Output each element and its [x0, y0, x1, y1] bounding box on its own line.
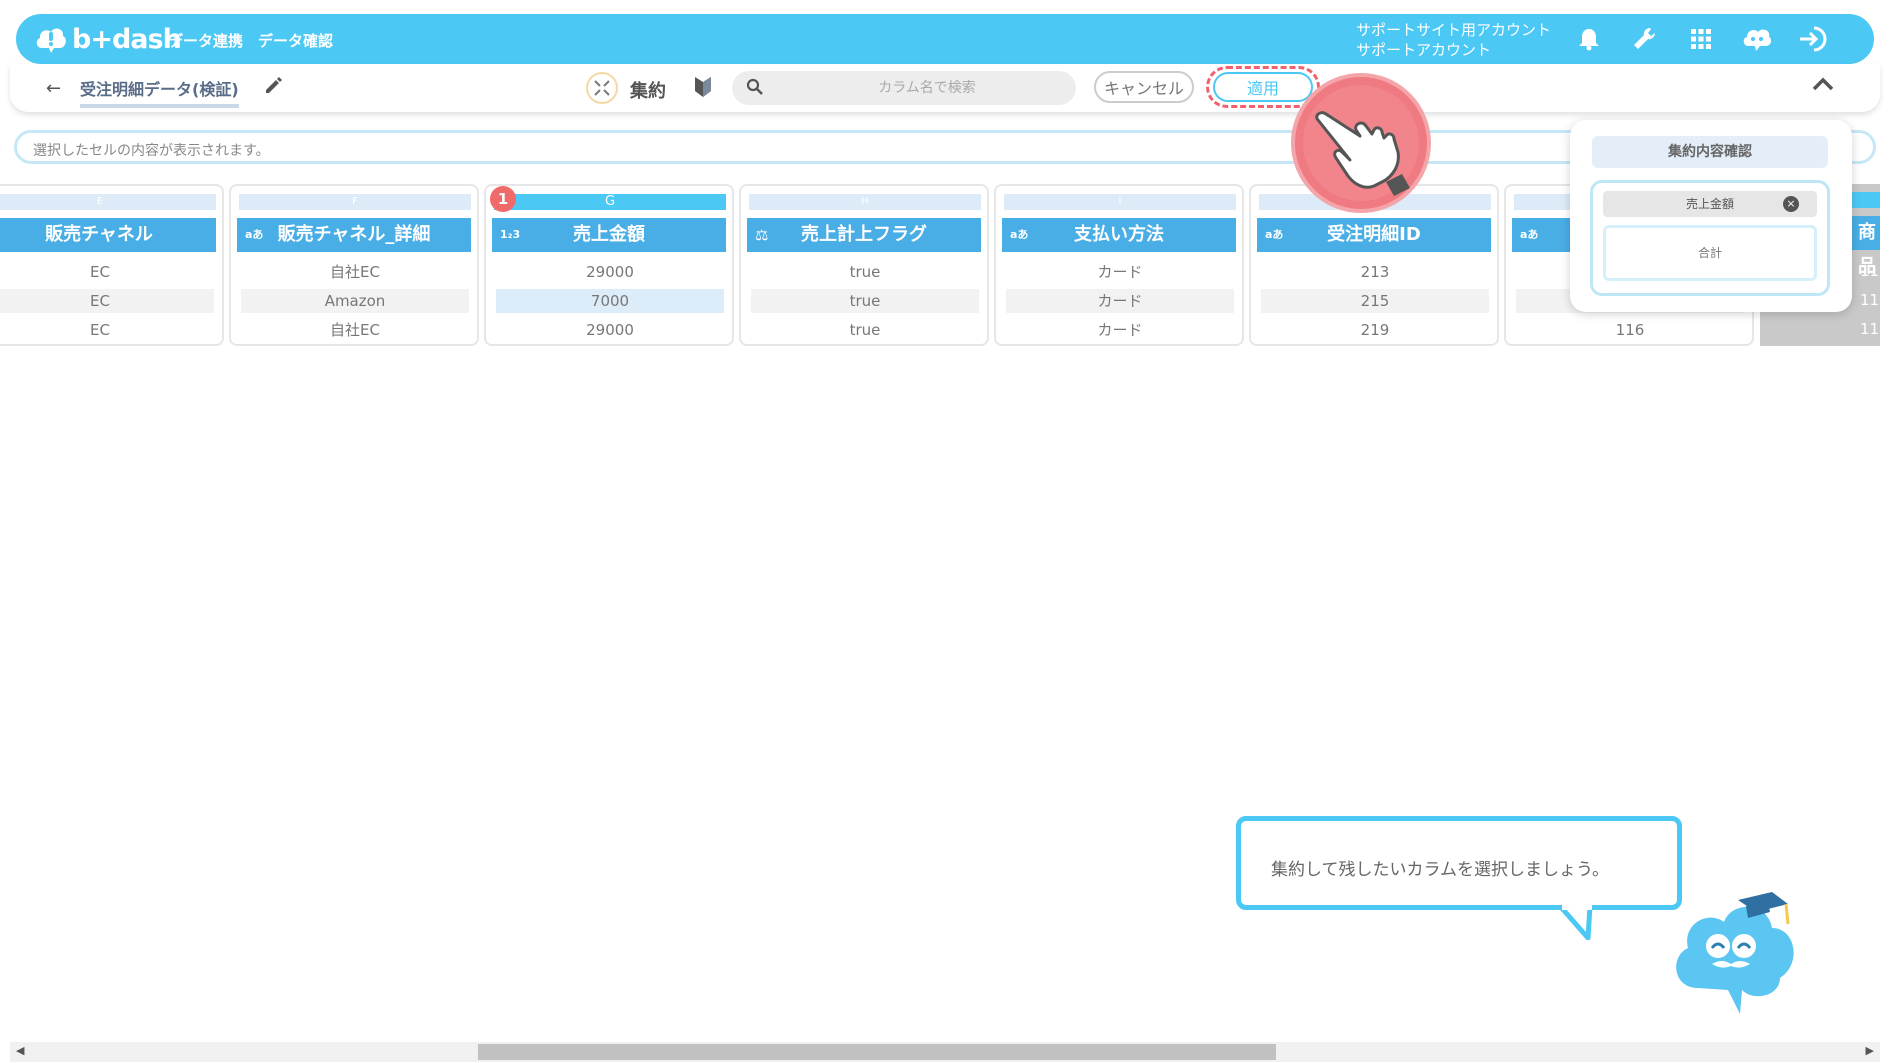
top-header: b+dash データ連携 データ確認 サポートサイト用アカウント サポートアカウ…: [16, 14, 1874, 64]
column-letter: F: [239, 194, 471, 210]
sub-toolbar: ← 受注明細データ(検証) 集約 キャンセル 適用: [10, 64, 1880, 112]
table-cell[interactable]: 111: [1860, 262, 1880, 280]
search-input[interactable]: [792, 71, 1062, 105]
table-cell[interactable]: カード: [1006, 318, 1234, 342]
column-card[interactable]: F aあ 販売チャネル_詳細 自社EC Amazon 自社EC: [229, 184, 479, 346]
column-header[interactable]: aあ 販売チャネル_詳細: [237, 218, 471, 252]
boolean-type-icon: ⚖: [755, 226, 769, 244]
step-badge: 1: [490, 186, 516, 212]
table-cell[interactable]: 116: [1516, 318, 1744, 342]
text-type-icon: aあ: [1520, 228, 1539, 241]
cancel-button[interactable]: キャンセル: [1094, 71, 1194, 103]
aggregate-icon: [586, 72, 618, 104]
text-type-icon: aあ: [1010, 228, 1029, 241]
account-user-name: サポートアカウント: [1356, 41, 1492, 59]
table-cell[interactable]: 29000: [496, 318, 724, 342]
table-cell[interactable]: 7000: [496, 289, 724, 313]
account-info[interactable]: サポートサイト用アカウント サポートアカウント: [1356, 20, 1551, 60]
column-name: 販売チャネル: [45, 224, 153, 245]
close-icon[interactable]: ×: [1783, 196, 1799, 212]
column-header[interactable]: aあ 受注明細ID: [1257, 218, 1491, 252]
column-letter: H: [749, 194, 981, 210]
logout-icon[interactable]: [1798, 25, 1828, 53]
column-name: 売上金額: [573, 224, 645, 245]
chat-bot-icon[interactable]: [1742, 25, 1772, 53]
table-cell[interactable]: true: [751, 318, 979, 342]
table-cell[interactable]: 219: [1261, 318, 1489, 342]
table-cell[interactable]: 111: [1860, 291, 1880, 309]
logo[interactable]: b+dash: [34, 22, 182, 56]
table-cell[interactable]: EC: [0, 318, 214, 342]
table-cell[interactable]: カード: [1006, 289, 1234, 313]
account-site-name: サポートサイト用アカウント: [1356, 21, 1552, 39]
table-cell[interactable]: 29000: [496, 260, 724, 284]
column-card[interactable]: I aあ 支払い方法 カード カード カード: [994, 184, 1244, 346]
table-cell[interactable]: EC: [0, 260, 214, 284]
bubble-tail-icon: [1560, 904, 1593, 940]
bell-icon[interactable]: [1574, 25, 1604, 53]
column-name: 支払い方法: [1074, 224, 1164, 245]
nav-data-integration[interactable]: データ連携: [168, 30, 243, 51]
scroll-left-icon[interactable]: ◀: [16, 1044, 24, 1057]
column-card[interactable]: H ⚖ 売上計上フラグ true true true: [739, 184, 989, 346]
beginner-mark-icon[interactable]: [694, 76, 712, 102]
page: b+dash データ連携 データ確認 サポートサイト用アカウント サポートアカウ…: [0, 0, 1890, 1063]
table-cell[interactable]: EC: [0, 289, 214, 313]
logo-text: b+dash: [72, 23, 182, 55]
column-header[interactable]: 1₂3 売上金額: [492, 218, 726, 252]
back-arrow-icon[interactable]: ←: [46, 78, 61, 99]
search-icon: [746, 78, 764, 100]
horizontal-scrollbar[interactable]: ◀ ▶: [10, 1042, 1880, 1062]
column-card[interactable]: E 販売チャネル EC EC EC: [0, 184, 224, 346]
pencil-icon[interactable]: [264, 76, 282, 98]
logo-cloud-icon: [36, 28, 66, 53]
table-cell[interactable]: true: [751, 289, 979, 313]
guide-speech-bubble: 集約して残したいカラムを選択しましょう。: [1236, 816, 1682, 910]
column-search: [732, 71, 1076, 105]
page-title[interactable]: 受注明細データ(検証): [80, 76, 239, 108]
scrollbar-thumb[interactable]: [478, 1044, 1276, 1060]
table-cell[interactable]: true: [751, 260, 979, 284]
aggregation-method-select[interactable]: 合計: [1603, 225, 1817, 281]
column-header[interactable]: 販売チャネル: [0, 218, 216, 252]
column-header[interactable]: aあ 支払い方法: [1002, 218, 1236, 252]
panel-title: 集約内容確認: [1592, 136, 1828, 168]
table-cell[interactable]: 111: [1860, 320, 1880, 338]
table-cell[interactable]: 自社EC: [241, 318, 469, 342]
nav-data-confirmation[interactable]: データ確認: [258, 30, 333, 51]
scroll-right-icon[interactable]: ▶: [1866, 1044, 1874, 1057]
grid-icon[interactable]: [1686, 25, 1716, 53]
wrench-icon[interactable]: [1630, 25, 1660, 53]
table-cell[interactable]: 自社EC: [241, 260, 469, 284]
column-letter: I: [1004, 194, 1236, 210]
column-card-selected[interactable]: G 1₂3 売上金額 29000 7000 29000: [484, 184, 734, 346]
table-cell[interactable]: 215: [1261, 289, 1489, 313]
chevron-up-icon[interactable]: [1812, 76, 1834, 95]
pointing-hand-icon: [1290, 72, 1432, 214]
aggregation-confirm-panel: 集約内容確認 売上金額 × 合計: [1570, 120, 1852, 312]
column-name: 販売チャネル_詳細: [277, 224, 431, 245]
mascot-icon: [1676, 892, 1794, 1014]
column-header[interactable]: ⚖ 売上計上フラグ: [747, 218, 981, 252]
column-name: 受注明細ID: [1327, 224, 1421, 245]
table-cell[interactable]: Amazon: [241, 289, 469, 313]
table-cell[interactable]: カード: [1006, 260, 1234, 284]
text-type-icon: aあ: [1265, 228, 1284, 241]
table-cell[interactable]: 213: [1261, 260, 1489, 284]
cell-content-placeholder: 選択したセルの内容が表示されます。: [33, 143, 270, 159]
column-name: 売上計上フラグ: [801, 224, 927, 245]
text-type-icon: aあ: [245, 228, 264, 241]
number-type-icon: 1₂3: [500, 228, 521, 241]
aggregation-box: 売上金額 × 合計: [1590, 180, 1830, 296]
aggregate-mode-label: 集約: [630, 81, 666, 102]
column-letter: E: [0, 194, 216, 210]
guide-message: 集約して残したいカラムを選択しましょう。: [1271, 860, 1609, 880]
column-letter: G: [494, 194, 726, 210]
